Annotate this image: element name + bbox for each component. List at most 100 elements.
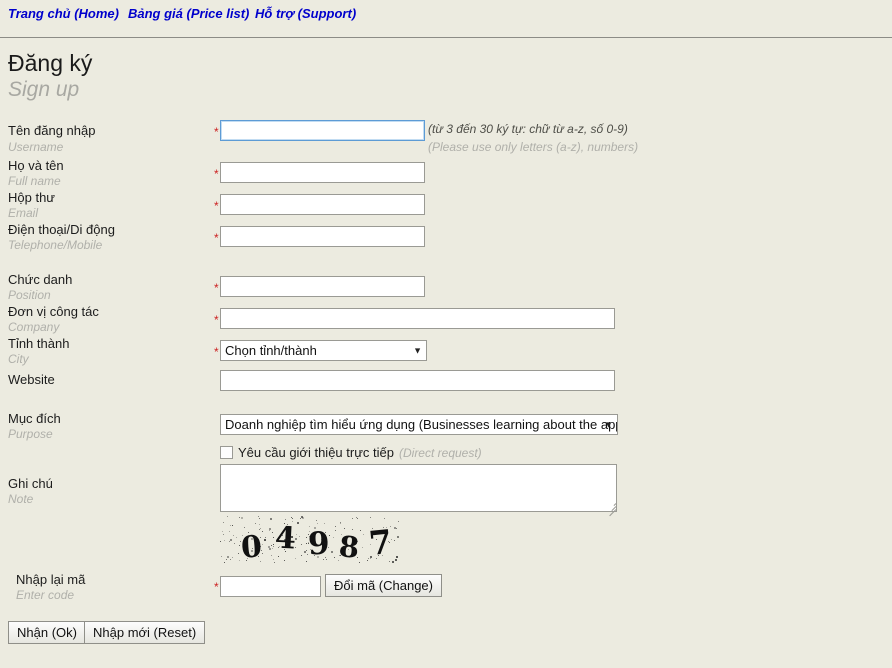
captcha-noise-dot <box>391 539 392 540</box>
captcha-noise-dot <box>241 517 243 519</box>
captcha-noise-dot <box>397 536 399 538</box>
captcha-noise-dot <box>230 539 232 541</box>
captcha-noise-dot <box>295 547 296 548</box>
required-mark-phone: * <box>214 231 219 245</box>
captcha-noise-dot <box>360 530 361 531</box>
label-email-english: Email <box>8 206 39 220</box>
captcha-noise-dot <box>378 555 379 556</box>
captcha-noise-dot <box>236 537 237 538</box>
captcha-noise-dot <box>370 558 371 559</box>
captcha-noise-dot <box>252 548 253 549</box>
captcha-noise-dot <box>285 519 286 520</box>
captcha-noise-dot <box>288 539 289 540</box>
captcha-noise-dot <box>383 527 384 528</box>
captcha-noise-dot <box>261 550 262 551</box>
captcha-noise-dot <box>376 558 377 559</box>
company-input[interactable] <box>220 308 615 329</box>
captcha-noise-dot <box>226 559 227 560</box>
captcha-noise-dot <box>284 549 285 550</box>
captcha-noise-dot <box>299 536 300 537</box>
captcha-noise-dot <box>321 539 322 540</box>
username-hint-en: (Please use only letters (a-z), numbers) <box>428 140 639 154</box>
nav-link-price-list[interactable]: Bảng giá (Price list) <box>128 6 249 21</box>
captcha-noise-dot <box>348 549 349 550</box>
email-input[interactable] <box>220 194 425 215</box>
fullname-input[interactable] <box>220 162 425 183</box>
direct-request-label: Yêu cầu giới thiệu trực tiếp <box>238 445 394 460</box>
captcha-noise-dot <box>317 556 319 558</box>
captcha-noise-dot <box>270 518 272 520</box>
direct-request-checkbox[interactable] <box>220 446 233 459</box>
captcha-noise-dot <box>264 539 266 541</box>
captcha-noise-dot <box>291 517 292 518</box>
captcha-noise-dot <box>262 531 263 532</box>
note-textarea[interactable] <box>220 464 617 512</box>
reset-button[interactable]: Nhập mới (Reset) <box>84 621 206 644</box>
captcha-noise-dot <box>238 553 239 554</box>
captcha-noise-dot <box>279 546 280 547</box>
label-company-english: Company <box>8 320 60 334</box>
captcha-noise-dot <box>386 527 387 528</box>
captcha-noise-dot <box>255 523 256 524</box>
captcha-noise-dot <box>286 539 288 541</box>
direct-request-row[interactable]: Yêu cầu giới thiệu trực tiếp (Direct req… <box>220 445 482 460</box>
city-select-value: Chọn tỉnh/thành <box>225 343 317 358</box>
captcha-noise-dot <box>273 537 274 538</box>
username-input[interactable] <box>220 120 425 141</box>
captcha-input[interactable] <box>220 576 321 597</box>
captcha-noise-dot <box>260 528 261 529</box>
phone-input[interactable] <box>220 226 425 247</box>
position-input[interactable] <box>220 276 425 297</box>
captcha-noise-dot <box>359 562 360 563</box>
captcha-noise-dot <box>232 525 233 526</box>
captcha-noise-dot <box>306 561 307 562</box>
captcha-noise-dot <box>311 552 312 553</box>
captcha-noise-dot <box>344 528 345 529</box>
captcha-digits: 04987 <box>219 516 401 565</box>
nav-link-home[interactable]: Trang chủ (Home) <box>8 6 119 21</box>
captcha-noise-dot <box>357 541 358 542</box>
submit-button[interactable]: Nhận (Ok) <box>8 621 86 644</box>
captcha-noise-dot <box>316 520 317 521</box>
captcha-noise-dot <box>248 532 249 533</box>
change-captcha-button[interactable]: Đổi mã (Change) <box>325 574 442 597</box>
purpose-select[interactable]: Doanh nghiệp tìm hiểu ứng dụng (Business… <box>220 414 618 435</box>
label-purpose-english: Purpose <box>8 427 53 441</box>
label-enter-code: Nhập lại mã <box>16 572 86 587</box>
page-title-english: Sign up <box>8 78 80 101</box>
captcha-noise-dot <box>259 529 260 530</box>
captcha-noise-dot <box>260 537 261 538</box>
captcha-noise-dot <box>352 553 353 554</box>
captcha-noise-dot <box>223 534 224 535</box>
website-input[interactable] <box>220 370 615 391</box>
captcha-noise-dot <box>395 559 397 561</box>
required-mark-company: * <box>214 313 219 327</box>
label-enter-code-english: Enter code <box>16 588 75 602</box>
captcha-noise-dot <box>352 529 353 530</box>
label-phone: Điện thoại/Di động <box>8 222 115 237</box>
captcha-noise-dot <box>260 561 261 562</box>
captcha-noise-dot <box>381 546 382 547</box>
captcha-noise-dot <box>396 556 398 558</box>
label-city-english: City <box>8 352 29 366</box>
city-select[interactable]: Chọn tỉnh/thành ▼ <box>220 340 427 361</box>
captcha-noise-dot <box>239 560 240 561</box>
required-mark-captcha: * <box>214 580 219 594</box>
captcha-noise-dot <box>221 556 222 557</box>
captcha-noise-dot <box>370 517 371 518</box>
required-mark-city: * <box>214 345 219 359</box>
captcha-noise-dot <box>227 556 229 558</box>
captcha-noise-dot <box>370 556 372 558</box>
captcha-noise-dot <box>333 537 334 538</box>
captcha-noise-dot <box>271 555 272 556</box>
captcha-noise-dot <box>232 557 233 558</box>
captcha-noise-dot <box>272 548 273 549</box>
captcha-noise-dot <box>396 528 397 529</box>
captcha-noise-dot <box>223 522 224 523</box>
page-title: Đăng ký <box>8 50 93 76</box>
captcha-noise-dot <box>265 537 266 538</box>
captcha-noise-dot <box>329 535 330 536</box>
chevron-down-icon: ▼ <box>604 419 613 429</box>
captcha-noise-dot <box>296 534 297 535</box>
nav-link-support[interactable]: Hỗ trợ (Support) <box>255 6 356 21</box>
